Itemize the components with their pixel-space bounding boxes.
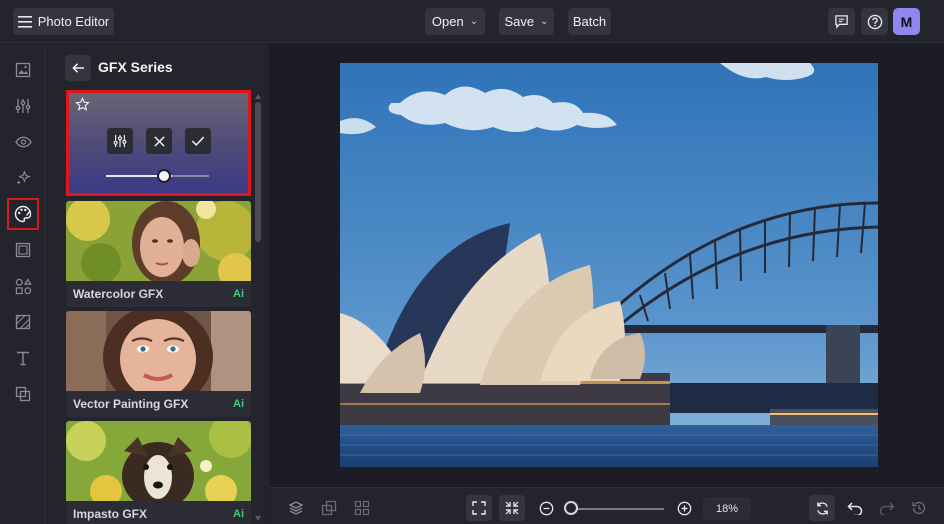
zoom-out-button[interactable] bbox=[533, 495, 559, 521]
preset-label: Vector Painting GFX bbox=[73, 397, 189, 411]
photo-canvas[interactable] bbox=[340, 63, 878, 467]
rotate-button[interactable] bbox=[809, 495, 835, 521]
effects-panel: GFX Series Watercolor GFX Ai Vector Pain… bbox=[47, 44, 269, 524]
rail-effects[interactable] bbox=[9, 164, 37, 192]
rail-adjust[interactable] bbox=[9, 92, 37, 120]
texture-icon bbox=[15, 314, 31, 330]
ai-badge: Ai bbox=[233, 398, 244, 410]
ai-badge: Ai bbox=[233, 508, 244, 520]
zoom-slider-handle[interactable] bbox=[564, 501, 578, 515]
panel-scrollbar[interactable] bbox=[254, 94, 262, 524]
preset-thumbnail bbox=[66, 201, 251, 281]
actual-size-button[interactable] bbox=[499, 495, 525, 521]
image-icon bbox=[15, 62, 31, 78]
active-preset-card[interactable] bbox=[66, 90, 251, 196]
app-title: Photo Editor bbox=[37, 14, 110, 29]
comment-icon bbox=[835, 15, 848, 29]
text-icon bbox=[17, 351, 29, 366]
frame-icon bbox=[15, 242, 31, 258]
redo-icon bbox=[879, 502, 895, 515]
preset-thumbnail bbox=[66, 421, 251, 501]
preset-card-impasto[interactable]: Impasto GFX Ai bbox=[66, 421, 251, 524]
bottom-toolbar: 18% bbox=[270, 487, 944, 524]
open-label: Open bbox=[431, 14, 464, 29]
grid-icon bbox=[354, 500, 370, 516]
rail-textures[interactable] bbox=[9, 308, 37, 336]
undo-button[interactable] bbox=[842, 495, 868, 521]
preset-thumbnail bbox=[66, 311, 251, 391]
overlay-icon bbox=[15, 386, 31, 402]
preset-label: Impasto GFX bbox=[73, 507, 148, 521]
tool-rail bbox=[0, 44, 46, 524]
scroll-up-icon bbox=[255, 94, 261, 99]
rail-text[interactable] bbox=[9, 344, 37, 372]
rail-image[interactable] bbox=[9, 56, 37, 84]
batch-button[interactable]: Batch bbox=[568, 8, 611, 35]
intensity-slider-rest bbox=[172, 175, 209, 177]
rail-artsy[interactable] bbox=[7, 198, 39, 230]
panel-title: GFX Series bbox=[98, 59, 173, 75]
preset-card-watercolor[interactable]: Watercolor GFX Ai bbox=[66, 201, 251, 307]
compare-button[interactable] bbox=[316, 495, 342, 521]
preset-label: Watercolor GFX bbox=[73, 287, 164, 301]
check-icon bbox=[191, 136, 205, 147]
intensity-slider-handle[interactable] bbox=[157, 169, 171, 183]
undo-icon bbox=[847, 502, 863, 515]
grid-button[interactable] bbox=[349, 495, 375, 521]
canvas-area bbox=[270, 44, 944, 487]
sliders-icon bbox=[113, 134, 127, 148]
chevron-down-icon: ⌄ bbox=[540, 16, 549, 27]
shapes-icon bbox=[15, 277, 32, 294]
menu-button[interactable]: Photo Editor bbox=[13, 8, 114, 35]
compare-icon bbox=[321, 500, 337, 516]
adjust-icon bbox=[15, 99, 31, 113]
compress-icon bbox=[505, 501, 519, 515]
hamburger-icon bbox=[17, 15, 32, 28]
layers-button[interactable] bbox=[283, 495, 309, 521]
palette-icon bbox=[14, 205, 32, 223]
avatar[interactable]: M bbox=[893, 8, 920, 35]
help-button[interactable] bbox=[861, 8, 888, 35]
feedback-button[interactable] bbox=[828, 8, 855, 35]
scroll-thumb[interactable] bbox=[255, 102, 261, 242]
zoom-slider-track[interactable] bbox=[569, 508, 664, 510]
eye-icon bbox=[14, 136, 32, 148]
fit-screen-button[interactable] bbox=[466, 495, 492, 521]
preset-apply-button[interactable] bbox=[185, 128, 211, 154]
zoom-in-button[interactable] bbox=[671, 495, 697, 521]
chevron-down-icon: ⌄ bbox=[469, 16, 479, 27]
batch-label: Batch bbox=[572, 14, 607, 29]
save-label: Save bbox=[504, 14, 535, 29]
preset-card-vector-painting[interactable]: Vector Painting GFX Ai bbox=[66, 311, 251, 417]
ai-badge: Ai bbox=[233, 288, 244, 300]
back-button[interactable] bbox=[65, 55, 91, 81]
zoom-out-icon bbox=[539, 501, 553, 515]
top-bar: Photo Editor Open ⌄ Save ⌄ Batch M bbox=[0, 0, 944, 43]
redo-button[interactable] bbox=[874, 495, 900, 521]
open-button[interactable]: Open ⌄ bbox=[425, 8, 485, 35]
save-button[interactable]: Save ⌄ bbox=[499, 8, 554, 35]
layers-icon bbox=[288, 501, 304, 515]
history-icon bbox=[912, 501, 926, 515]
rail-view[interactable] bbox=[9, 128, 37, 156]
zoom-level[interactable]: 18% bbox=[703, 497, 751, 520]
arrow-left-icon bbox=[71, 63, 84, 73]
rail-graphics[interactable] bbox=[9, 272, 37, 300]
help-icon bbox=[867, 14, 882, 29]
rail-frames[interactable] bbox=[9, 236, 37, 264]
zoom-in-icon bbox=[677, 501, 691, 515]
expand-icon bbox=[472, 501, 486, 515]
preset-settings-button[interactable] bbox=[107, 128, 133, 154]
history-button[interactable] bbox=[906, 495, 932, 521]
close-icon bbox=[153, 135, 165, 147]
star-icon[interactable] bbox=[75, 97, 90, 112]
refresh-icon bbox=[816, 501, 828, 515]
scroll-down-icon bbox=[255, 516, 261, 521]
preset-cancel-button[interactable] bbox=[146, 128, 172, 154]
sparkle-icon bbox=[16, 169, 31, 185]
rail-overlays[interactable] bbox=[9, 380, 37, 408]
